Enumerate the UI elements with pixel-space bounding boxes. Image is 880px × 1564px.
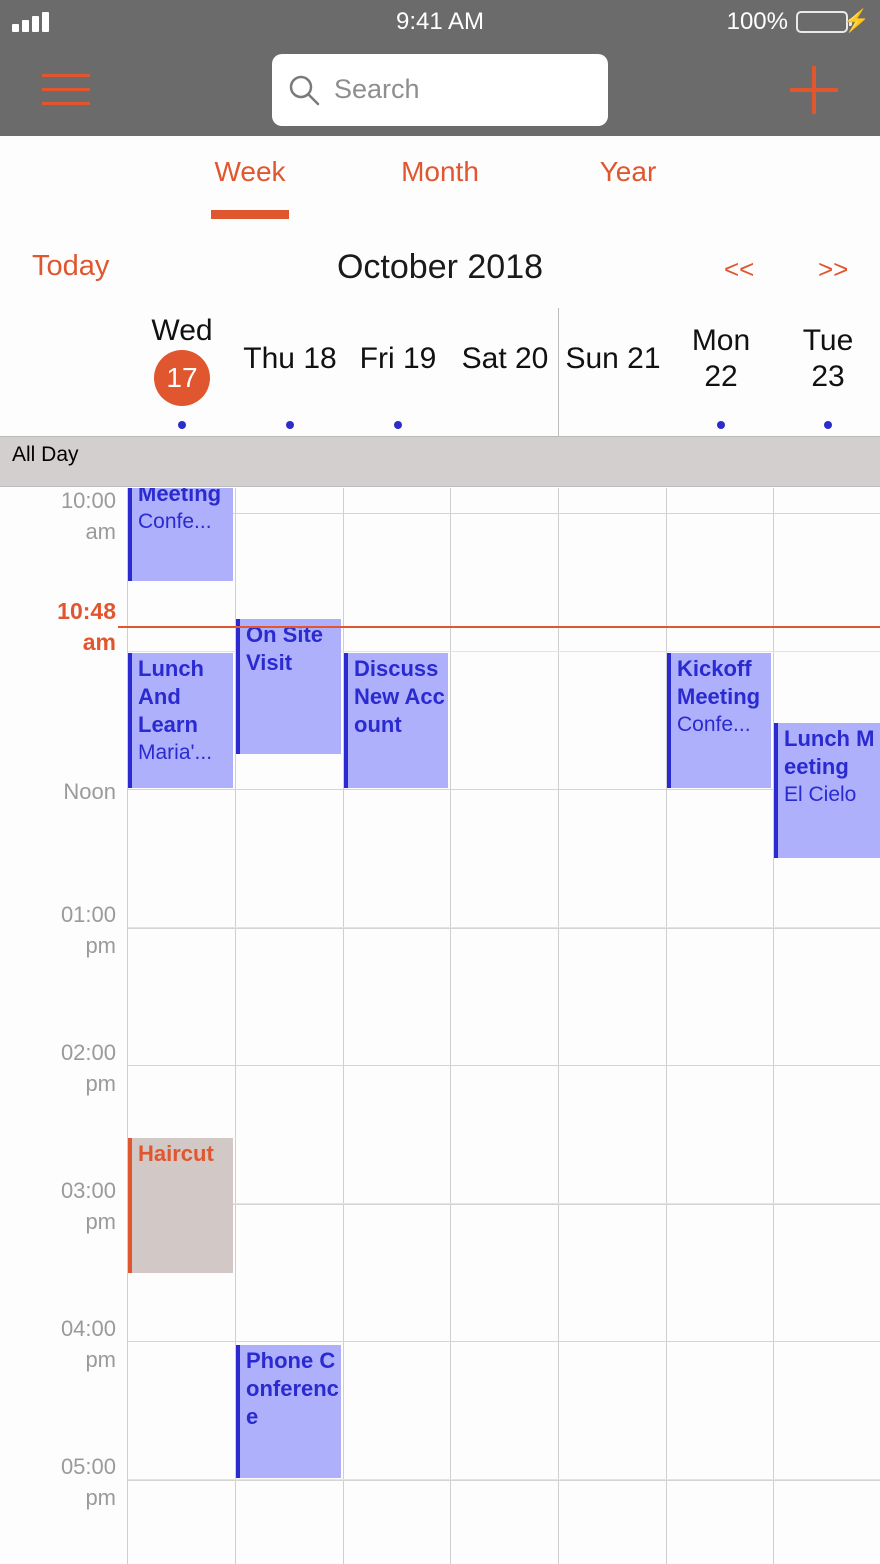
event-discuss-new-account[interactable]: Discuss New Account bbox=[344, 653, 448, 788]
event-dot bbox=[286, 421, 294, 429]
hour-line bbox=[128, 1480, 880, 1481]
time-label-3pm: 03:00 pm bbox=[60, 1178, 116, 1234]
hour-line bbox=[128, 1341, 880, 1342]
day-header-fri[interactable]: Fri 19 bbox=[344, 308, 452, 436]
day-header-wed[interactable]: Wed 17 bbox=[128, 308, 236, 436]
time-label-2pm: 02:00 pm bbox=[60, 1040, 116, 1096]
time-label-1pm: 01:00 pm bbox=[60, 902, 116, 958]
top-bar: 9:41 AM 100% ⚡ Search bbox=[0, 0, 880, 136]
day-label: Sun 21 bbox=[565, 342, 661, 375]
day-name: Wed bbox=[151, 314, 213, 347]
hour-line bbox=[128, 928, 880, 929]
time-label-noon: Noon bbox=[63, 779, 116, 804]
day-label: Sat 20 bbox=[461, 342, 549, 375]
event-lunch-meeting[interactable]: Lunch Meeting El Cielo bbox=[774, 723, 880, 858]
search-icon bbox=[289, 75, 320, 106]
hour-line bbox=[128, 513, 880, 514]
hour-line bbox=[128, 789, 880, 790]
column-divider bbox=[343, 488, 344, 1564]
event-haircut[interactable]: Haircut bbox=[128, 1138, 233, 1273]
day-header-sat[interactable]: Sat 20 bbox=[451, 308, 559, 436]
column-divider bbox=[666, 488, 667, 1564]
today-date-badge: 17 bbox=[154, 350, 210, 406]
all-day-row[interactable]: All Day bbox=[0, 436, 880, 487]
column-divider bbox=[773, 488, 774, 1564]
next-week-button[interactable]: >> bbox=[818, 254, 848, 285]
tab-week[interactable]: Week bbox=[170, 156, 330, 188]
time-label-10am: 10:00 am bbox=[60, 488, 116, 544]
day-header-mon[interactable]: Mon 22 bbox=[667, 308, 775, 436]
current-time-label: 10:48 am bbox=[57, 598, 116, 655]
time-label-5pm: 05:00 pm bbox=[60, 1454, 116, 1510]
tab-year[interactable]: Year bbox=[548, 156, 708, 188]
battery-icon bbox=[796, 11, 852, 33]
day-name: Tue bbox=[802, 324, 854, 357]
charging-icon: ⚡ bbox=[842, 8, 870, 33]
event-phone-conference[interactable]: Phone Conference bbox=[236, 1345, 341, 1478]
search-field[interactable]: Search bbox=[272, 54, 608, 126]
hour-line bbox=[128, 1204, 880, 1205]
battery-percent: 100% bbox=[726, 8, 788, 35]
status-bar: 9:41 AM 100% ⚡ bbox=[0, 0, 880, 44]
all-day-label: All Day bbox=[12, 443, 79, 466]
event-dot bbox=[178, 421, 186, 429]
event-meeting[interactable]: Meeting Confe... bbox=[128, 488, 233, 581]
day-header-thu[interactable]: Thu 18 bbox=[236, 308, 344, 436]
search-placeholder: Search bbox=[334, 74, 420, 104]
day-header-sun[interactable]: Sun 21 bbox=[559, 308, 667, 436]
column-divider bbox=[558, 488, 559, 1564]
event-dot bbox=[394, 421, 402, 429]
column-divider bbox=[450, 488, 451, 1564]
day-number: 22 bbox=[704, 360, 738, 393]
menu-icon[interactable] bbox=[42, 74, 90, 106]
current-time-line bbox=[118, 626, 880, 628]
hour-line bbox=[128, 1065, 880, 1066]
column-divider bbox=[127, 488, 128, 1564]
day-label: Thu 18 bbox=[243, 342, 337, 375]
day-label: Fri 19 bbox=[359, 342, 437, 375]
day-number: 23 bbox=[811, 360, 845, 393]
add-event-icon[interactable] bbox=[790, 66, 838, 114]
week-grid[interactable]: 10:00 am Noon 01:00 pm 02:00 pm 03:00 pm 04:… bbox=[0, 488, 880, 1564]
day-header-tue[interactable]: Tue 23 bbox=[774, 308, 880, 436]
tab-month[interactable]: Month bbox=[360, 156, 520, 188]
selected-tab-indicator bbox=[211, 210, 289, 219]
previous-week-button[interactable]: << bbox=[724, 254, 754, 285]
event-kickoff-meeting[interactable]: Kickoff Meeting Confe... bbox=[667, 653, 771, 788]
event-dot bbox=[824, 421, 832, 429]
event-lunch-and-learn[interactable]: Lunch And Learn Maria'... bbox=[128, 653, 233, 788]
event-dot bbox=[717, 421, 725, 429]
week-separator bbox=[558, 308, 559, 436]
event-on-site-visit[interactable]: On Site Visit bbox=[236, 619, 341, 754]
day-name: Mon bbox=[691, 324, 751, 357]
time-label-4pm: 04:00 pm bbox=[60, 1316, 116, 1372]
